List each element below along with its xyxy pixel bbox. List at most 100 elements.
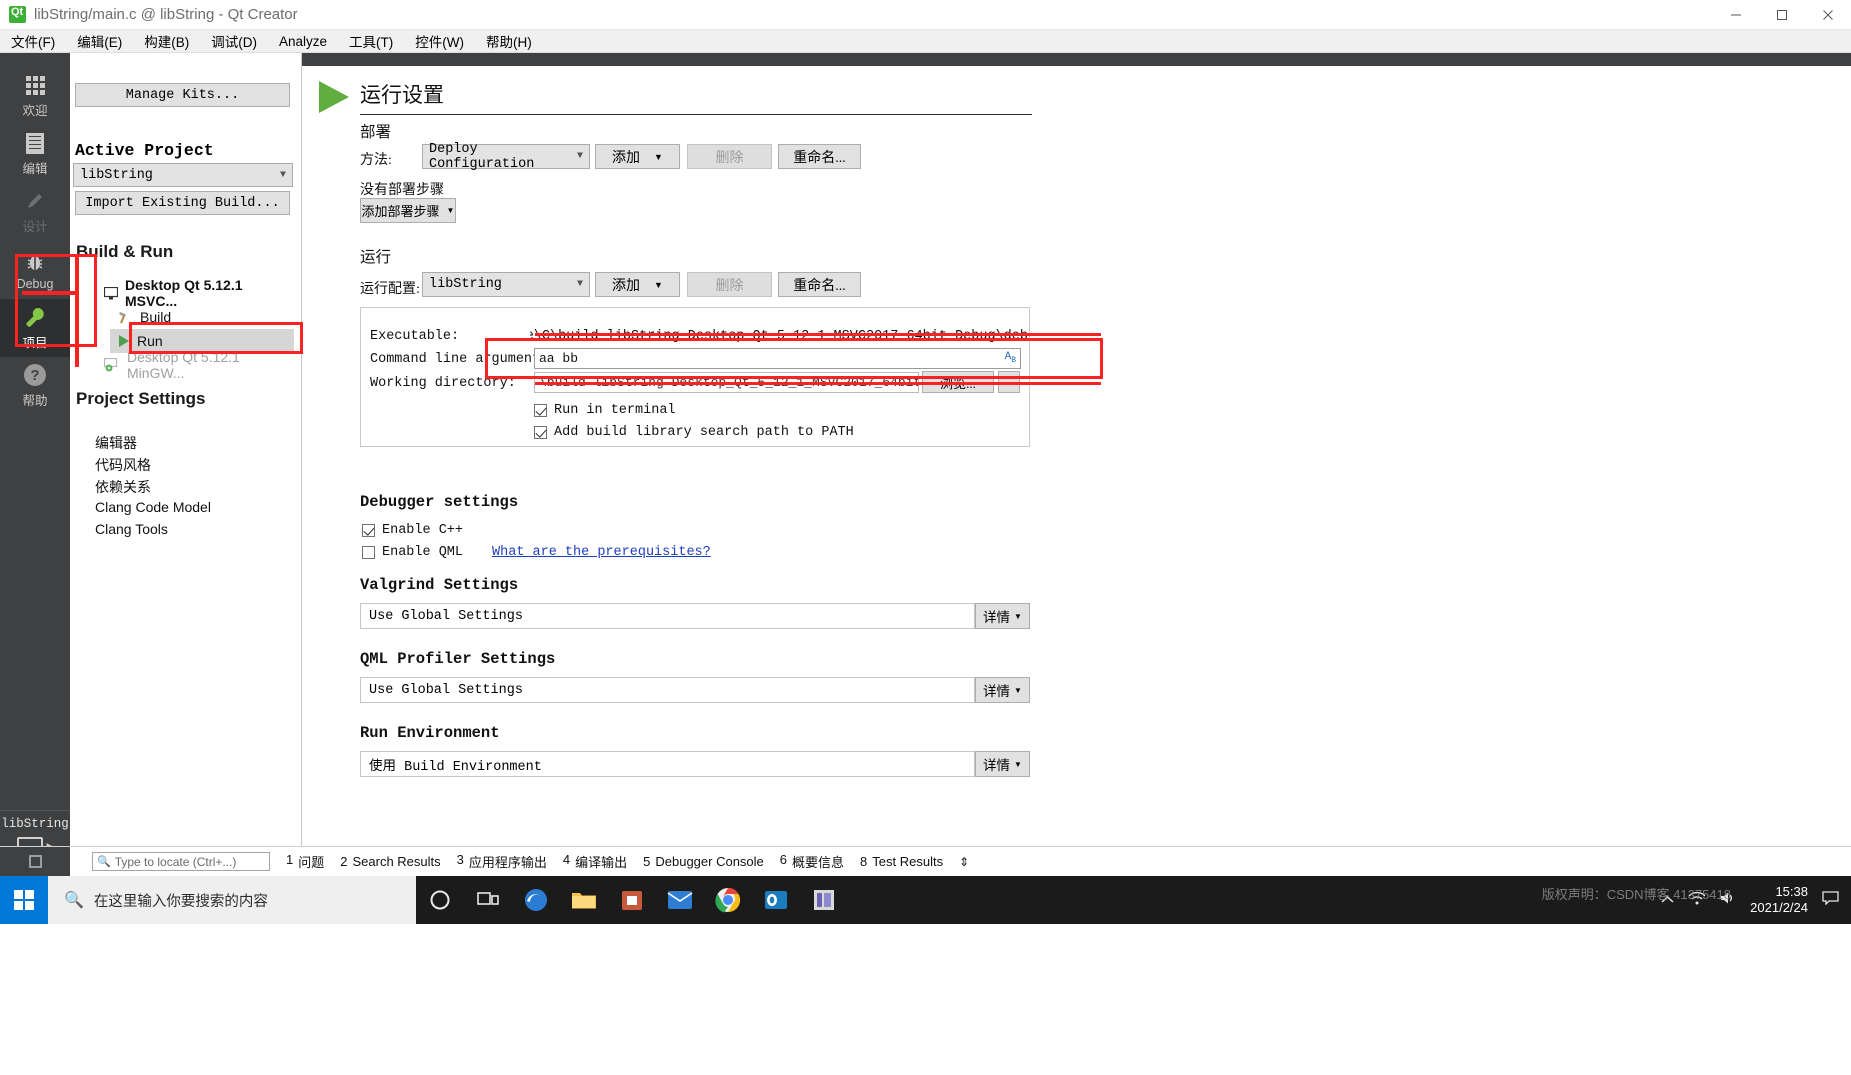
enable-cpp-row[interactable]: Enable C++ xyxy=(362,523,463,538)
run-in-terminal-checkbox[interactable] xyxy=(534,404,547,417)
command-line-arguments-label: Command line arguments: xyxy=(370,352,557,367)
qt-creator-logo-icon xyxy=(9,6,26,23)
file-explorer-icon[interactable] xyxy=(560,876,608,924)
enable-cpp-checkbox[interactable] xyxy=(362,524,375,537)
menu-widgets[interactable]: 控件(W) xyxy=(404,29,475,53)
settings-item-dependencies[interactable]: 依赖关系 xyxy=(95,477,151,499)
mode-edit[interactable]: 编辑 xyxy=(0,125,70,183)
run-in-terminal-row[interactable]: Run in terminal xyxy=(534,403,676,418)
run-environment-details-button[interactable]: 详情 ▼ xyxy=(975,751,1030,777)
deploy-rename-button[interactable]: 重命名... xyxy=(778,144,861,169)
task-view-icon[interactable] xyxy=(464,876,512,924)
mode-edit-label: 编辑 xyxy=(22,162,48,176)
valgrind-settings-row: Use Global Settings 详情 ▼ xyxy=(360,603,1030,629)
deploy-method-combobox[interactable]: Deploy Configuration ▼ xyxy=(422,141,590,172)
maximize-button[interactable] xyxy=(1759,0,1805,30)
menu-help[interactable]: 帮助(H) xyxy=(475,29,543,53)
add-build-library-path-checkbox[interactable] xyxy=(534,426,547,439)
watermark-text: 版权声明：CSDN博客 41375418 xyxy=(1541,887,1731,902)
mode-welcome[interactable]: 欢迎 xyxy=(0,67,70,125)
search-icon: 🔍 xyxy=(97,856,111,868)
output-pane-toggle[interactable] xyxy=(0,846,70,877)
menu-analyze[interactable]: Analyze xyxy=(268,32,338,51)
taskbar-search-input[interactable]: 🔍 在这里输入你要搜索的内容 xyxy=(48,876,416,924)
active-project-heading: Active Project xyxy=(75,141,214,160)
add-build-library-path-label: Add build library search path to PATH xyxy=(554,425,854,440)
chrome-icon[interactable] xyxy=(704,876,752,924)
output-pane-search-results[interactable]: 2 Search Results xyxy=(340,854,440,869)
output-pane-compile-output[interactable]: 4 编译输出 xyxy=(563,852,627,871)
mode-help[interactable]: ? 帮助 xyxy=(0,357,70,415)
outlook-icon[interactable] xyxy=(752,876,800,924)
app-icon[interactable] xyxy=(800,876,848,924)
output-pane-general-messages[interactable]: 6 概要信息 xyxy=(780,852,844,871)
run-settings-pane: 运行设置 部署 方法: Deploy Configuration ▼ 添加 ▼ … xyxy=(302,53,1851,846)
settings-item-editor[interactable]: 编辑器 xyxy=(95,433,137,455)
menu-debug[interactable]: 调试(D) xyxy=(200,29,268,53)
tree-item-run-label: Run xyxy=(137,333,163,349)
qml-profiler-details-button[interactable]: 详情 ▼ xyxy=(975,677,1030,703)
add-deploy-step-label: 添加部署步骤 xyxy=(361,204,440,219)
import-existing-build-button[interactable]: Import Existing Build... xyxy=(75,191,290,215)
output-pane-application-output[interactable]: 3 应用程序输出 xyxy=(457,852,547,871)
tree-item-build[interactable]: Build xyxy=(118,305,294,329)
run-rename-button[interactable]: 重命名... xyxy=(778,272,861,297)
executable-value: E:\WorkPlace\C\build-libString-Desktop_Q… xyxy=(530,329,1028,344)
minimize-button[interactable] xyxy=(1713,0,1759,30)
annotation-line-horizontal xyxy=(22,291,78,295)
chevron-down-icon: ▼ xyxy=(654,151,663,162)
output-pane-updown-button[interactable]: ⇕ xyxy=(959,855,969,869)
mode-design[interactable]: 设计 xyxy=(0,183,70,241)
add-build-library-path-row[interactable]: Add build library search path to PATH xyxy=(534,425,854,440)
start-button[interactable] xyxy=(0,876,48,924)
cortana-icon[interactable] xyxy=(416,876,464,924)
menu-edit[interactable]: 编辑(E) xyxy=(66,29,133,53)
manage-kits-button[interactable]: Manage Kits... xyxy=(75,83,290,107)
deploy-add-button[interactable]: 添加 ▼ xyxy=(595,144,680,169)
valgrind-details-label: 详情 xyxy=(983,610,1011,625)
window-title-bar: libString/main.c @ libString - Qt Creato… xyxy=(0,0,1851,30)
enable-qml-row[interactable]: Enable QML What are the prerequisites? xyxy=(362,545,711,560)
deploy-remove-button[interactable]: 删除 xyxy=(687,144,772,169)
deploy-add-label: 添加 xyxy=(612,150,641,166)
run-config-value: libString xyxy=(429,277,502,292)
enable-qml-checkbox[interactable] xyxy=(362,546,375,559)
menu-tools[interactable]: 工具(T) xyxy=(338,29,404,53)
notifications-icon[interactable] xyxy=(1822,890,1839,910)
deploy-method-value: Deploy Configuration xyxy=(429,141,535,172)
menu-file[interactable]: 文件(F) xyxy=(0,29,66,53)
run-config-combobox[interactable]: libString ▼ xyxy=(422,272,590,297)
settings-item-code-style[interactable]: 代码风格 xyxy=(95,455,151,477)
run-environment-row: 使用 Build Environment 详情 ▼ xyxy=(360,751,1030,777)
output-pane-problems[interactable]: 1 问题 xyxy=(286,852,324,871)
taskbar-clock[interactable]: 15:38 2021/2/24 xyxy=(1750,884,1808,916)
pane-num: 4 xyxy=(562,852,571,867)
mode-projects[interactable]: 项目 xyxy=(0,299,70,357)
prerequisites-link[interactable]: What are the prerequisites? xyxy=(492,545,711,560)
command-line-arguments-input[interactable]: aa bb A​B xyxy=(534,348,1021,369)
run-add-button[interactable]: 添加 ▼ xyxy=(595,272,680,297)
tree-item-kit-mingw[interactable]: Desktop Qt 5.12.1 MinGW... xyxy=(104,349,294,381)
document-icon xyxy=(26,131,44,155)
mail-icon[interactable] xyxy=(656,876,704,924)
variable-icon[interactable]: A​B xyxy=(1005,351,1016,365)
valgrind-details-button[interactable]: 详情 ▼ xyxy=(975,603,1030,629)
edge-icon[interactable] xyxy=(512,876,560,924)
settings-item-clang-tools[interactable]: Clang Tools xyxy=(95,521,168,543)
store-icon[interactable] xyxy=(608,876,656,924)
monitor-icon xyxy=(104,286,118,300)
pane-num: 5 xyxy=(643,854,651,869)
menu-build[interactable]: 构建(B) xyxy=(133,29,200,53)
active-project-value: libString xyxy=(80,167,153,183)
run-remove-button[interactable]: 删除 xyxy=(687,272,772,297)
settings-item-clang-code-model[interactable]: Clang Code Model xyxy=(95,499,211,521)
add-deploy-step-button[interactable]: 添加部署步骤 ▼ xyxy=(360,198,456,223)
qml-profiler-settings-value: Use Global Settings xyxy=(360,677,975,703)
locator-input[interactable]: 🔍 Type to locate (Ctrl+...) xyxy=(92,852,270,871)
output-pane-test-results[interactable]: 8 Test Results xyxy=(860,854,943,869)
close-button[interactable] xyxy=(1805,0,1851,30)
active-project-combobox[interactable]: libString ▼ xyxy=(73,163,293,187)
run-icon xyxy=(118,335,130,347)
tree-item-kit-msvc[interactable]: Desktop Qt 5.12.1 MSVC... xyxy=(104,277,294,309)
output-pane-debugger-console[interactable]: 5 Debugger Console xyxy=(643,854,764,869)
